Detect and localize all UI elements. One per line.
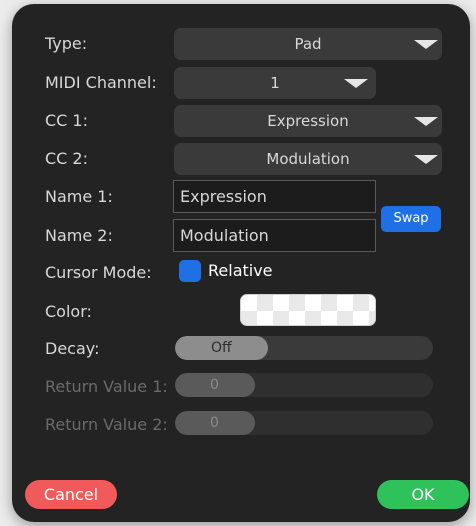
return-value-1-label: Return Value 1: [45,377,168,396]
midi-channel-select[interactable]: 1 [174,67,376,99]
color-label: Color: [45,302,92,321]
decay-label: Decay: [45,339,100,358]
name1-label: Name 1: [45,187,113,206]
color-swatch[interactable] [240,294,376,326]
cc1-select-value: Expression [267,112,349,130]
chevron-down-icon [344,79,368,88]
swap-button[interactable]: Swap [381,206,441,232]
return-value-2-label: Return Value 2: [45,415,168,434]
name2-label: Name 2: [45,226,113,245]
type-select[interactable]: Pad [174,28,442,60]
cc1-select[interactable]: Expression [174,105,442,137]
cc2-label: CC 2: [45,149,88,168]
midi-channel-label: MIDI Channel: [45,73,157,92]
cursor-mode-label: Cursor Mode: [45,263,152,282]
return-value-1-slider[interactable]: 0 [175,373,433,397]
cursor-mode-value-label: Relative [208,261,273,280]
cursor-mode-checkbox[interactable] [179,260,201,282]
return-value-2-slider[interactable]: 0 [175,411,433,435]
cc1-label: CC 1: [45,111,88,130]
type-select-value: Pad [294,35,322,53]
chevron-down-icon [414,117,438,126]
cc2-select-value: Modulation [266,150,350,168]
decay-slider-value: Off [211,340,232,356]
return-value-1-slider-value: 0 [210,377,219,393]
chevron-down-icon [414,40,438,49]
type-label: Type: [45,34,88,53]
ok-button[interactable]: OK [377,480,469,509]
cc2-select[interactable]: Modulation [174,143,442,175]
name1-field[interactable]: Expression [173,180,376,213]
decay-slider[interactable]: Off [175,336,433,360]
return-value-2-slider-value: 0 [210,415,219,431]
name2-field[interactable]: Modulation [173,219,376,252]
chevron-down-icon [414,155,438,164]
cancel-button[interactable]: Cancel [25,480,117,509]
